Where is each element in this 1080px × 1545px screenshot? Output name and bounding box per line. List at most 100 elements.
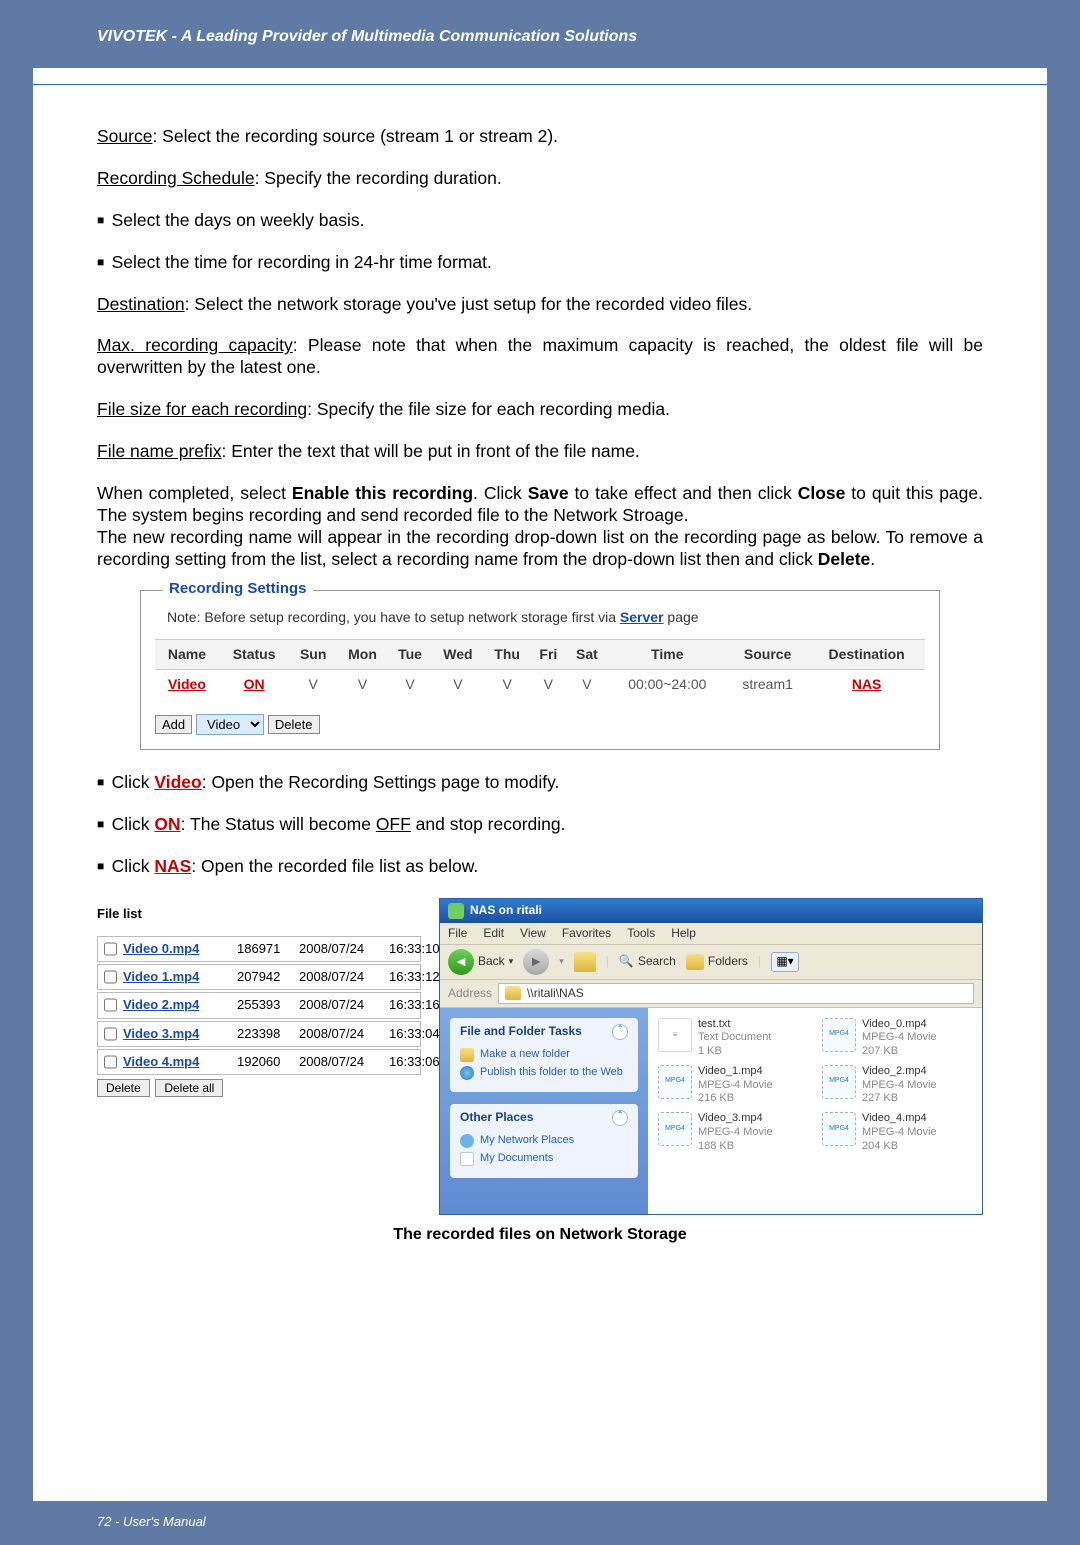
file-date: 2008/07/24: [299, 941, 383, 957]
menu-item[interactable]: Edit: [483, 926, 504, 940]
explorer-file-item[interactable]: MPG4 Video_2.mp4MPEG-4 Movie227 KB: [822, 1065, 972, 1106]
video-file-icon: MPG4: [822, 1018, 856, 1052]
explorer-file-item[interactable]: MPG4 Video_1.mp4MPEG-4 Movie216 KB: [658, 1065, 808, 1106]
file-folder-tasks-box: File and Folder Tasksˆ Make a new folder…: [450, 1018, 638, 1092]
file-list-row: Video 0.mp4 186971 2008/07/24 16:33:10: [97, 936, 421, 962]
recording-settings-legend: Recording Settings: [163, 580, 313, 599]
menu-item[interactable]: Favorites: [562, 926, 611, 940]
explorer-file-item[interactable]: MPG4 Video_3.mp4MPEG-4 Movie188 KB: [658, 1112, 808, 1153]
menu-item[interactable]: View: [520, 926, 546, 940]
table-header: Wed: [432, 639, 484, 670]
file-size: 227 KB: [862, 1092, 937, 1106]
table-header: Mon: [337, 639, 388, 670]
recording-select[interactable]: Video: [196, 714, 264, 735]
table-header: Name: [155, 639, 219, 670]
file-name: Video_0.mp4: [862, 1018, 937, 1032]
task-publish[interactable]: Publish this folder to the Web: [460, 1064, 628, 1082]
file-checkbox[interactable]: [104, 970, 117, 984]
explorer-window: NAS on ritali File Edit View Favorites Tools…: [439, 898, 983, 1215]
label-dest: Destination: [97, 294, 185, 314]
video-link[interactable]: Video: [154, 772, 201, 792]
filelist-delete-button[interactable]: Delete: [97, 1079, 150, 1097]
link-my-docs[interactable]: My Documents: [460, 1150, 628, 1168]
nas-link[interactable]: NAS: [154, 856, 191, 876]
file-link[interactable]: Video 3.mp4: [123, 1026, 231, 1042]
file-date: 2008/07/24: [299, 1026, 383, 1042]
chevron-up-icon[interactable]: ˆ: [612, 1024, 628, 1040]
explorer-menubar[interactable]: File Edit View Favorites Tools Help: [440, 923, 982, 945]
explorer-sidebar: File and Folder Tasksˆ Make a new folder…: [440, 1008, 648, 1214]
file-size: 186971: [237, 941, 293, 957]
kw-enable: Enable this recording: [292, 483, 473, 503]
on-link[interactable]: ON: [154, 814, 180, 834]
recording-table: NameStatusSunMonTueWedThuFriSatTimeSourc…: [155, 639, 925, 700]
file-size: 204 KB: [862, 1140, 937, 1154]
file-list-row: Video 4.mp4 192060 2008/07/24 16:33:06: [97, 1049, 421, 1075]
explorer-icon: [448, 903, 464, 919]
explorer-file-item[interactable]: MPG4 Video_0.mp4MPEG-4 Movie207 KB: [822, 1018, 972, 1059]
add-button[interactable]: Add: [155, 715, 192, 734]
menu-item[interactable]: File: [448, 926, 467, 940]
file-checkbox[interactable]: [104, 942, 117, 956]
file-link[interactable]: Video 4.mp4: [123, 1054, 231, 1070]
desc-source: : Select the recording source (stream 1 …: [152, 126, 558, 146]
address-input[interactable]: \\ritali\NAS: [498, 983, 974, 1004]
views-button[interactable]: ▦▾: [771, 952, 799, 972]
explorer-titlebar: NAS on ritali: [440, 899, 982, 923]
video-file-icon: MPG4: [658, 1112, 692, 1146]
file-size: 255393: [237, 997, 293, 1013]
filelist-delete-all-button[interactable]: Delete all: [155, 1079, 223, 1097]
file-checkbox[interactable]: [104, 1055, 117, 1069]
label-capacity: Max. recording capacity: [97, 335, 293, 355]
task-new-folder[interactable]: Make a new folder: [460, 1046, 628, 1064]
file-date: 2008/07/24: [299, 997, 383, 1013]
up-folder-icon[interactable]: [574, 952, 596, 972]
table-header: Status: [219, 639, 289, 670]
file-name: Video_4.mp4: [862, 1112, 937, 1126]
forward-button[interactable]: ►: [523, 949, 549, 975]
video-file-icon: MPG4: [822, 1112, 856, 1146]
table-header: Fri: [530, 639, 566, 670]
file-date: 2008/07/24: [299, 1054, 383, 1070]
file-size: 207 KB: [862, 1045, 937, 1059]
header-rule: [33, 84, 1047, 86]
bullet-time: Select the time for recording in 24-hr t…: [97, 252, 983, 274]
explorer-title: NAS on ritali: [470, 903, 542, 918]
file-checkbox[interactable]: [104, 1027, 117, 1041]
video-file-icon: MPG4: [658, 1065, 692, 1099]
table-header: Time: [608, 639, 728, 670]
server-link[interactable]: Server: [620, 609, 664, 625]
desc-filename: : Enter the text that will be put in fro…: [222, 441, 640, 461]
video-file-icon: MPG4: [822, 1065, 856, 1099]
link-net-places[interactable]: My Network Places: [460, 1132, 628, 1150]
delete-button[interactable]: Delete: [268, 715, 320, 734]
file-list-row: Video 1.mp4 207942 2008/07/24 16:33:12: [97, 964, 421, 990]
menu-item[interactable]: Tools: [627, 926, 655, 940]
folders-button[interactable]: Folders: [686, 954, 748, 970]
table-header: Tue: [388, 639, 432, 670]
file-link[interactable]: Video 2.mp4: [123, 997, 231, 1013]
desc-dest: : Select the network storage you've just…: [185, 294, 753, 314]
rec-status-link[interactable]: ON: [244, 676, 265, 692]
label-filesize: File size for each recording: [97, 399, 307, 419]
file-type: MPEG-4 Movie: [698, 1079, 773, 1093]
back-button[interactable]: ◄Back ▾: [448, 949, 513, 975]
menu-item[interactable]: Help: [671, 926, 696, 940]
file-link[interactable]: Video 0.mp4: [123, 941, 231, 957]
rec-name-link[interactable]: Video: [168, 676, 206, 692]
text-file-icon: ≡: [658, 1018, 692, 1052]
file-type: MPEG-4 Movie: [862, 1031, 937, 1045]
explorer-file-item[interactable]: ≡ test.txtText Document1 KB: [658, 1018, 808, 1059]
table-header: Source: [727, 639, 808, 670]
label-source: Source: [97, 126, 152, 146]
search-button[interactable]: 🔍Search: [619, 954, 676, 969]
explorer-file-item[interactable]: MPG4 Video_4.mp4MPEG-4 Movie204 KB: [822, 1112, 972, 1153]
file-size: 223398: [237, 1026, 293, 1042]
explorer-file-pane: ≡ test.txtText Document1 KB MPG4 Video_0.…: [648, 1008, 982, 1214]
file-link[interactable]: Video 1.mp4: [123, 969, 231, 985]
file-date: 2008/07/24: [299, 969, 383, 985]
table-header: Destination: [808, 639, 925, 670]
file-checkbox[interactable]: [104, 998, 117, 1012]
rec-dest-link[interactable]: NAS: [852, 676, 882, 692]
chevron-up-icon[interactable]: ˆ: [612, 1110, 628, 1126]
